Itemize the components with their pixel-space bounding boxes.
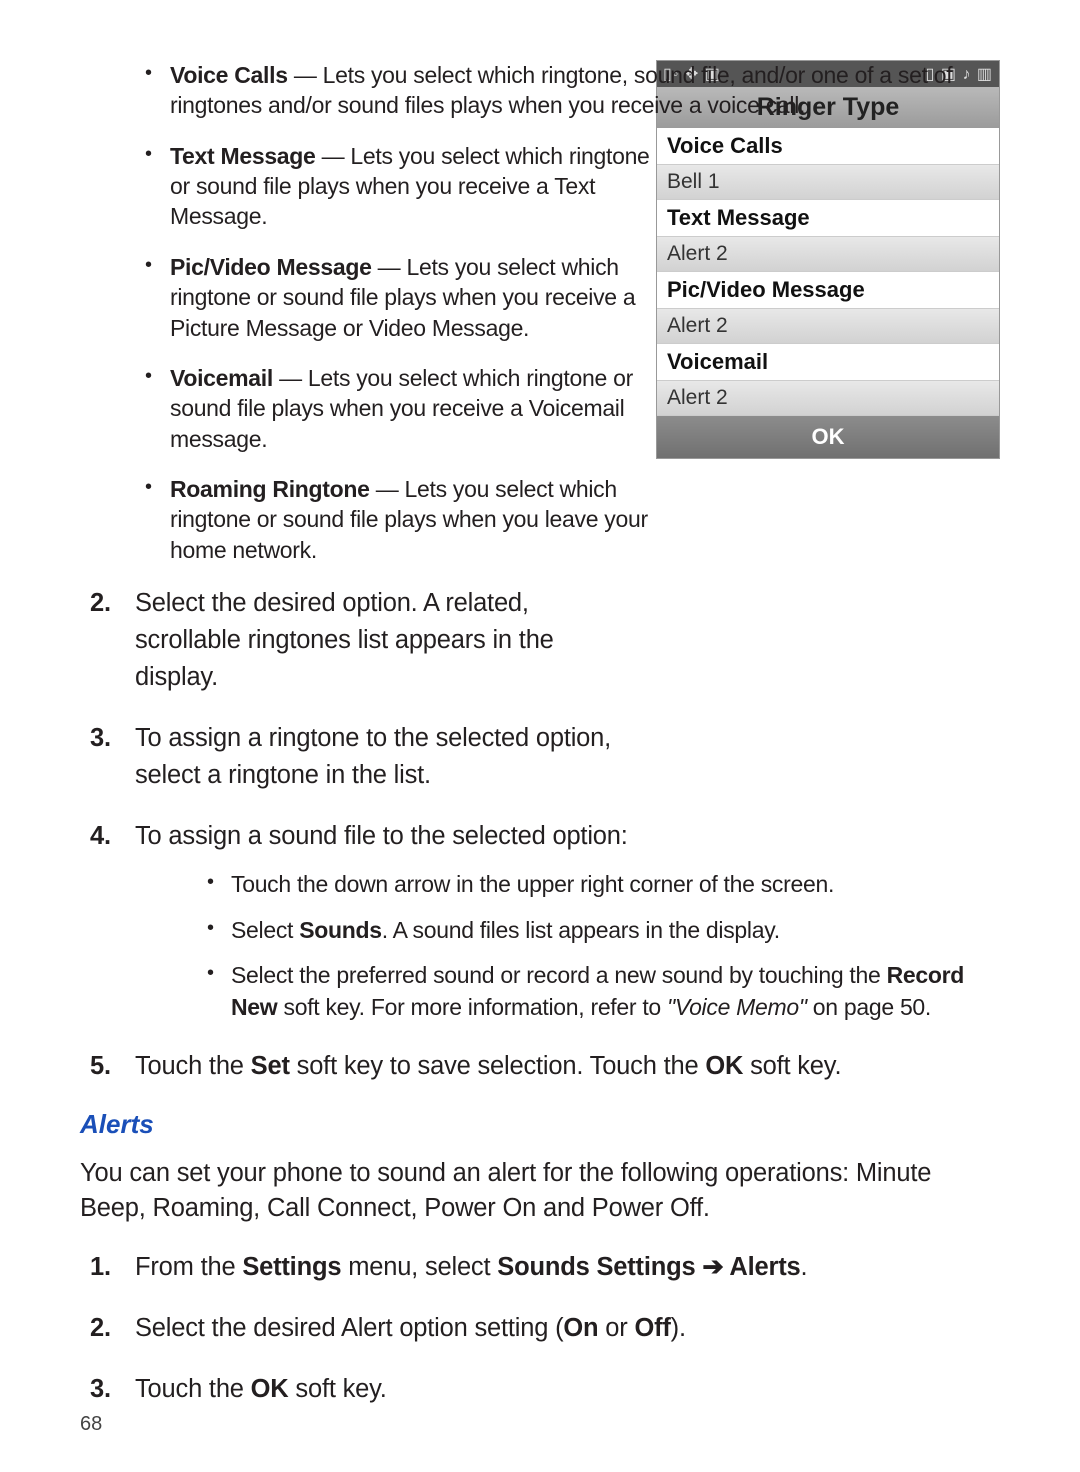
step-2: 2.Select the desired option. A related, …: [80, 585, 625, 696]
step-4: 4.To assign a sound file to the selected…: [80, 818, 1000, 1024]
phone-row-label: Text Message: [657, 200, 999, 236]
phone-row-value: Bell 1: [657, 164, 999, 200]
bullet-voice-calls: Voice Calls — Lets you select which ring…: [80, 60, 1000, 121]
alerts-step-2: 2.Select the desired Alert option settin…: [80, 1310, 1000, 1347]
alerts-step-3: 3.Touch the OK soft key.: [80, 1371, 1000, 1408]
sub-bullet: Touch the down arrow in the upper right …: [135, 869, 1000, 901]
phone-row-value: Alert 2: [657, 308, 999, 344]
alerts-step-1: 1.From the Settings menu, select Sounds …: [80, 1249, 1000, 1286]
bullet-text-message: Text Message — Lets you select which rin…: [80, 141, 660, 232]
bullet-roaming-ringtone: Roaming Ringtone — Lets you select which…: [80, 474, 660, 565]
step-3: 3.To assign a ringtone to the selected o…: [80, 720, 625, 794]
term: Text Message: [170, 143, 316, 169]
bullet-pic-video-message: Pic/Video Message — Lets you select whic…: [80, 252, 660, 343]
sub-bullet: Select Sounds. A sound files list appear…: [135, 915, 1000, 947]
term: Voice Calls: [170, 62, 288, 88]
phone-row-label: Pic/Video Message: [657, 272, 999, 308]
steps-ringer: 2.Select the desired option. A related, …: [80, 585, 1000, 1085]
phone-ok-softkey: OK: [657, 416, 999, 458]
phone-row: Voice Calls Bell 1: [657, 128, 999, 200]
phone-row: Text Message Alert 2: [657, 200, 999, 272]
section-heading-alerts: Alerts: [80, 1109, 1000, 1140]
term: Pic/Video Message: [170, 254, 372, 280]
phone-row-value: Alert 2: [657, 380, 999, 416]
phone-row: Pic/Video Message Alert 2: [657, 272, 999, 344]
phone-row-label: Voice Calls: [657, 128, 999, 164]
phone-row-value: Alert 2: [657, 236, 999, 272]
phone-row: Voicemail Alert 2: [657, 344, 999, 416]
term: Voicemail: [170, 365, 273, 391]
term: Roaming Ringtone: [170, 476, 370, 502]
sub-bullet: Select the preferred sound or record a n…: [135, 960, 1000, 1023]
step-4-subs: Touch the down arrow in the upper right …: [135, 869, 1000, 1024]
bullet-voicemail: Voicemail — Lets you select which ringto…: [80, 363, 660, 454]
step-5: 5.Touch the Set soft key to save selecti…: [80, 1048, 1000, 1085]
desc: — Lets you select which ringtone, sound …: [170, 62, 952, 118]
alerts-intro: You can set your phone to sound an alert…: [80, 1156, 1000, 1227]
steps-alerts: 1.From the Settings menu, select Sounds …: [80, 1249, 1000, 1408]
page-number: 68: [80, 1413, 102, 1436]
phone-row-label: Voicemail: [657, 344, 999, 380]
